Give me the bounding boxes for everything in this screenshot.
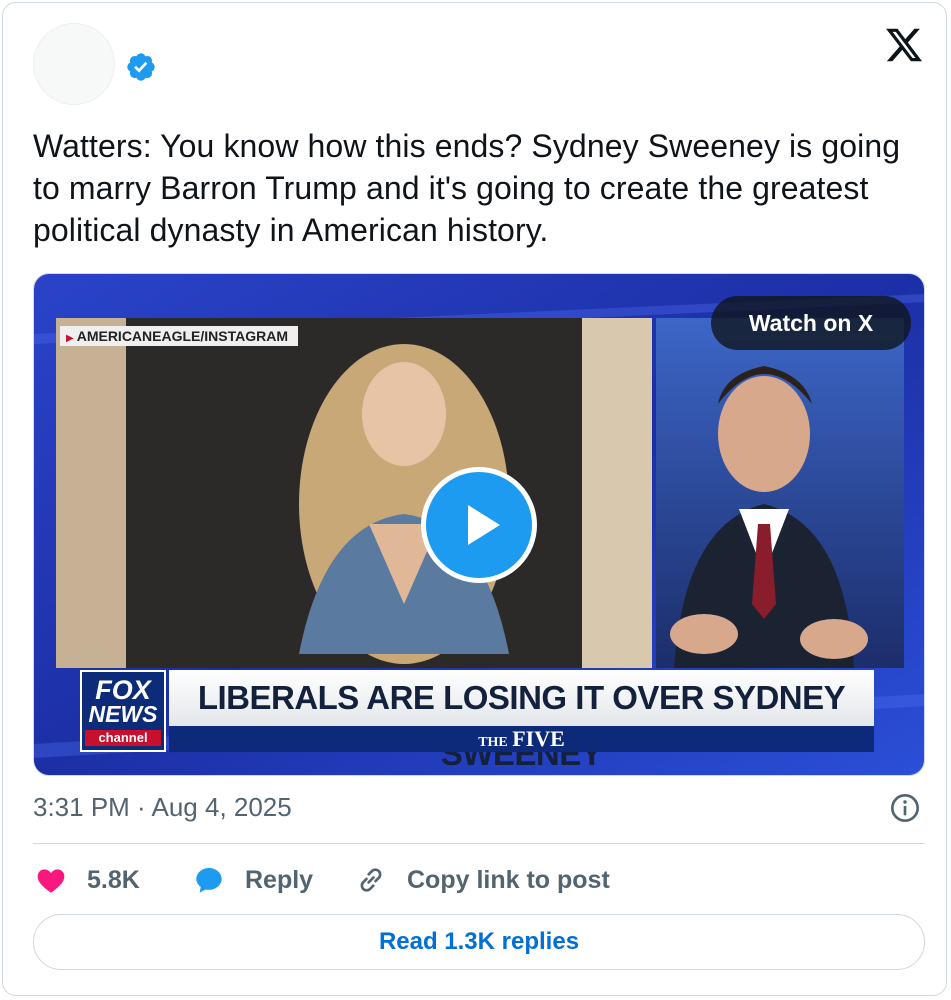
post-card: Watters: You know how this ends? Sydney … <box>2 2 947 996</box>
copy-link-button[interactable]: Copy link to post <box>355 859 655 901</box>
post-timestamp[interactable]: 3:31 PM · Aug 4, 2025 <box>33 789 292 825</box>
headline-banner: LIBERALS ARE LOSING IT OVER SYDNEY SWEEN… <box>169 670 874 772</box>
link-icon <box>360 868 382 892</box>
fox-news-logo: FOX NEWS channel <box>80 670 166 752</box>
logo-top-text: FOX <box>95 675 151 705</box>
info-icon[interactable] <box>889 792 921 824</box>
watch-on-x-button[interactable]: Watch on X <box>711 296 911 350</box>
divider <box>33 843 925 844</box>
photo-credit-label: AMERICANEAGLE/INSTAGRAM <box>76 328 288 344</box>
reply-button[interactable]: Reply <box>193 859 343 901</box>
x-logo-icon[interactable] <box>883 25 925 65</box>
reply-bubble-icon <box>196 868 222 893</box>
avatar[interactable] <box>33 23 115 105</box>
show-name-bar: THE FIVE <box>169 726 874 752</box>
heart-icon <box>37 869 65 893</box>
logo-bottom-text: channel <box>85 730 161 746</box>
logo-middle-text: NEWS <box>88 701 158 727</box>
play-button[interactable] <box>421 467 537 583</box>
post-text: Watters: You know how this ends? Sydney … <box>33 128 901 248</box>
verified-badge-icon <box>127 53 155 81</box>
reply-label: Reply <box>245 866 314 894</box>
like-count: 5.8K <box>87 866 140 894</box>
read-replies-button[interactable]: Read 1.3K replies <box>33 914 925 970</box>
photo-credit: ▶ AMERICANEAGLE/INSTAGRAM <box>60 326 298 346</box>
play-icon <box>468 505 500 545</box>
like-button[interactable]: 5.8K <box>33 859 163 901</box>
copy-link-label: Copy link to post <box>407 866 610 894</box>
show-prefix: THE <box>478 735 508 750</box>
action-bar: 5.8K Reply Copy link to post <box>33 859 925 901</box>
video-player[interactable]: ▶ AMERICANEAGLE/INSTAGRAM Watch on X FOX … <box>33 273 925 776</box>
show-name: FIVE <box>512 726 565 751</box>
